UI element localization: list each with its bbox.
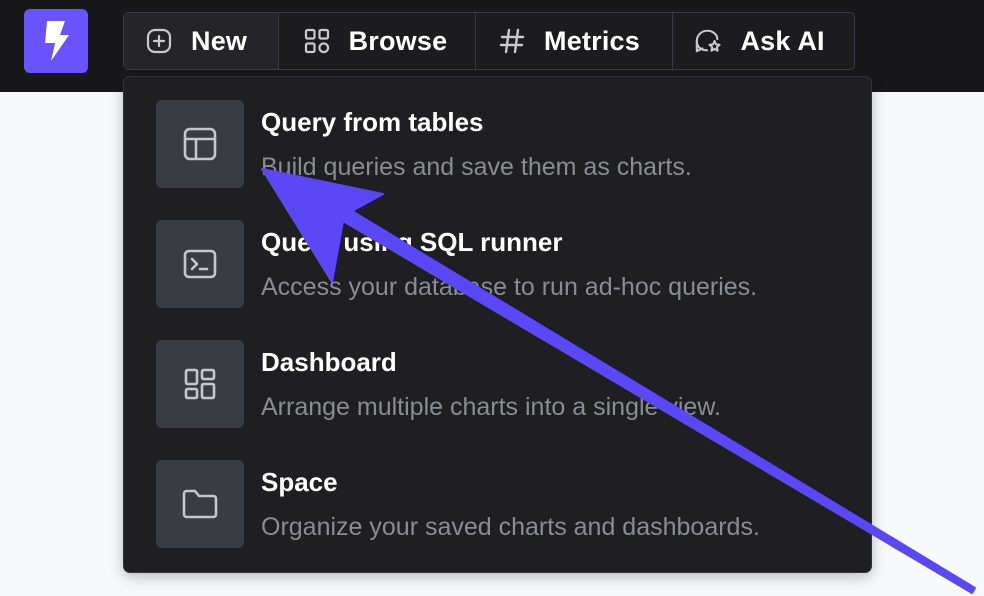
menu-item-dashboard[interactable]: Dashboard Arrange multiple charts into a…: [156, 340, 856, 430]
menu-item-description: Arrange multiple charts into a single vi…: [261, 393, 721, 421]
table-icon: [156, 100, 244, 188]
ask-ai-button[interactable]: Ask AI: [673, 13, 854, 69]
menu-item-sql-runner[interactable]: Query using SQL runner Access your datab…: [156, 220, 856, 310]
menu-item-space[interactable]: Space Organize your saved charts and das…: [156, 460, 856, 550]
new-dropdown-menu: Query from tables Build queries and save…: [123, 76, 872, 573]
menu-item-title: Dashboard: [261, 347, 397, 377]
menu-item-description: Organize your saved charts and dashboard…: [261, 513, 760, 541]
menu-item-description: Build queries and save them as charts.: [261, 153, 692, 181]
metrics-button-label: Metrics: [544, 25, 640, 56]
app-logo[interactable]: [24, 9, 88, 73]
new-button[interactable]: New: [124, 13, 279, 69]
lightning-icon: [45, 21, 69, 61]
hash-icon: [498, 27, 526, 55]
browse-button-label: Browse: [348, 25, 448, 56]
menu-item-title: Query using SQL runner: [261, 227, 563, 257]
new-button-label: New: [191, 25, 248, 56]
browse-button[interactable]: Browse: [279, 13, 477, 69]
terminal-icon: [156, 220, 244, 308]
folder-icon: [156, 460, 244, 548]
main-nav: New Browse Metrics Ask AI: [123, 12, 855, 70]
menu-item-title: Space: [261, 467, 338, 497]
menu-item-title: Query from tables: [261, 107, 484, 137]
menu-item-description: Access your database to run ad-hoc queri…: [261, 273, 758, 301]
menu-item-query-from-tables[interactable]: Query from tables Build queries and save…: [156, 100, 856, 190]
grid-icon: [303, 27, 331, 55]
ai-chat-icon: [694, 27, 722, 55]
metrics-button[interactable]: Metrics: [476, 13, 674, 69]
plus-square-icon: [145, 27, 173, 55]
dashboard-icon: [156, 340, 244, 428]
ask-ai-button-label: Ask AI: [740, 25, 825, 56]
